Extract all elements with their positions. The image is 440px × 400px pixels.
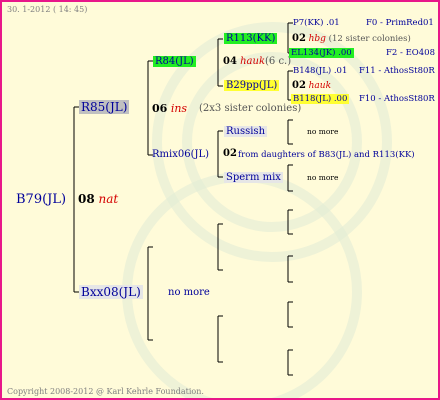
mf-note: from daughters of B83(JL) and R113(KK): [238, 150, 415, 160]
russish-note: no more: [307, 127, 339, 136]
sperm-mix-id[interactable]: Sperm mix: [224, 172, 283, 183]
father-id[interactable]: Bxx08(JL): [79, 285, 143, 299]
sperm-mix-note: no more: [307, 173, 339, 182]
mm-trait: hauk: [240, 56, 266, 67]
russish-id[interactable]: Russish: [224, 126, 268, 137]
mmm-year: 02: [292, 33, 306, 44]
mmf-id[interactable]: B29pp(JL): [224, 80, 280, 91]
mother-trait: ins: [170, 102, 188, 115]
mmm-note: (12 sister colonies): [328, 34, 411, 44]
report-date: 30. 1-2012 ( 14: 45): [7, 5, 88, 14]
queen-trait: nat: [98, 192, 119, 206]
mmf-trait: hauk: [308, 81, 332, 91]
mother-id[interactable]: R85(JL): [79, 100, 130, 114]
mother-year: 06: [152, 102, 168, 115]
pedigree-connectors: [73, 22, 293, 376]
copyright-notice: Copyright 2008-2012 @ Karl Kehrle Founda…: [7, 387, 204, 396]
mmff-line: F10 - AthosSt80R: [359, 94, 435, 104]
mm-info: 04 hauk(6 c.): [223, 57, 291, 67]
mother-info: 06 ins: [152, 103, 187, 114]
mf-info: 02: [223, 149, 237, 159]
mmf-year: 02: [292, 80, 306, 91]
queen-id[interactable]: B79(JL): [16, 193, 66, 206]
mm-note: (6 c.): [265, 56, 292, 67]
mm-year: 04: [223, 56, 237, 67]
mmff-id[interactable]: B118(JL) .00: [291, 94, 350, 104]
father-note: no more: [168, 287, 210, 298]
mmfm-id[interactable]: B148(JL) .01: [293, 67, 347, 76]
mf-year: 02: [223, 148, 237, 159]
mother-note: (2x3 sister colonies): [199, 103, 302, 114]
mm-id[interactable]: R84(JL): [153, 56, 196, 67]
mf-id[interactable]: Rmix06(JL): [152, 150, 209, 160]
queen-year: 08: [78, 192, 95, 206]
mmmf-id[interactable]: EL134(JK) .00: [289, 48, 354, 58]
mmmm-line: F0 - PrimRed01: [366, 18, 434, 28]
mmf-info: 02 hauk: [292, 81, 331, 91]
mmmf-line: F2 - EO408: [386, 48, 435, 58]
mmmm-id[interactable]: P7(KK) .01: [293, 19, 340, 28]
queen-info: 08 nat: [78, 193, 118, 205]
pedigree-frame: 30. 1-2012 ( 14: 45) Copyright 2008-2012…: [0, 0, 440, 400]
mmm-info: 02 hbg (12 sister colonies): [292, 34, 411, 44]
mmfm-line: F11 - AthosSt80R: [359, 66, 435, 76]
mmm-trait: hbg: [308, 34, 326, 44]
mmm-id[interactable]: R113(KK): [224, 33, 278, 44]
